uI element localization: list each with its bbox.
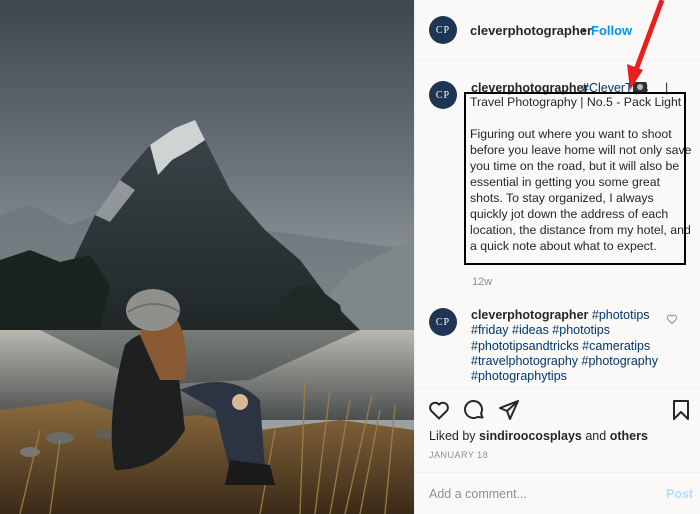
comment-composer: Add a comment... Post: [415, 472, 700, 514]
post-comment-button[interactable]: Post: [666, 487, 693, 501]
comment-icon[interactable]: [462, 398, 486, 422]
avatar[interactable]: CP: [429, 16, 457, 44]
likes-prefix: Liked by: [429, 429, 476, 443]
comment-avatar[interactable]: CP: [429, 308, 457, 336]
comment-username[interactable]: cleverphotographer: [471, 308, 588, 322]
caption-avatar[interactable]: CP: [429, 81, 457, 109]
likes-and: and: [585, 429, 607, 443]
post-photo-illustration: [0, 0, 414, 514]
like-comment-icon[interactable]: [666, 313, 678, 325]
liked-by-user[interactable]: sindiroocosplays: [479, 429, 582, 443]
bookmark-icon[interactable]: [669, 398, 693, 422]
post-photo[interactable]: [0, 0, 414, 514]
annotation-arrow-icon: [627, 0, 665, 90]
heart-icon[interactable]: [427, 398, 451, 422]
post-date[interactable]: JANUARY 18: [429, 450, 488, 460]
caption-username[interactable]: cleverphotographer: [471, 81, 588, 95]
share-icon[interactable]: [497, 398, 521, 422]
caption-text: Travel Photography | No.5 - Pack Light F…: [470, 95, 692, 253]
header-separator: •: [582, 23, 587, 38]
caption-timestamp[interactable]: 12w: [472, 276, 492, 288]
header-username[interactable]: cleverphotographer: [470, 23, 592, 38]
liked-by-others[interactable]: others: [610, 429, 648, 443]
post-actions: Liked by sindiroocosplays and others JAN…: [415, 387, 700, 471]
comments-list[interactable]: CP cleverphotographer #CleverTips | Trav…: [415, 61, 700, 387]
comment-input[interactable]: Add a comment...: [429, 487, 527, 501]
likes-summary: Liked by sindiroocosplays and others: [429, 429, 648, 443]
comment-text: cleverphotographer #phototips #friday #i…: [471, 308, 671, 384]
